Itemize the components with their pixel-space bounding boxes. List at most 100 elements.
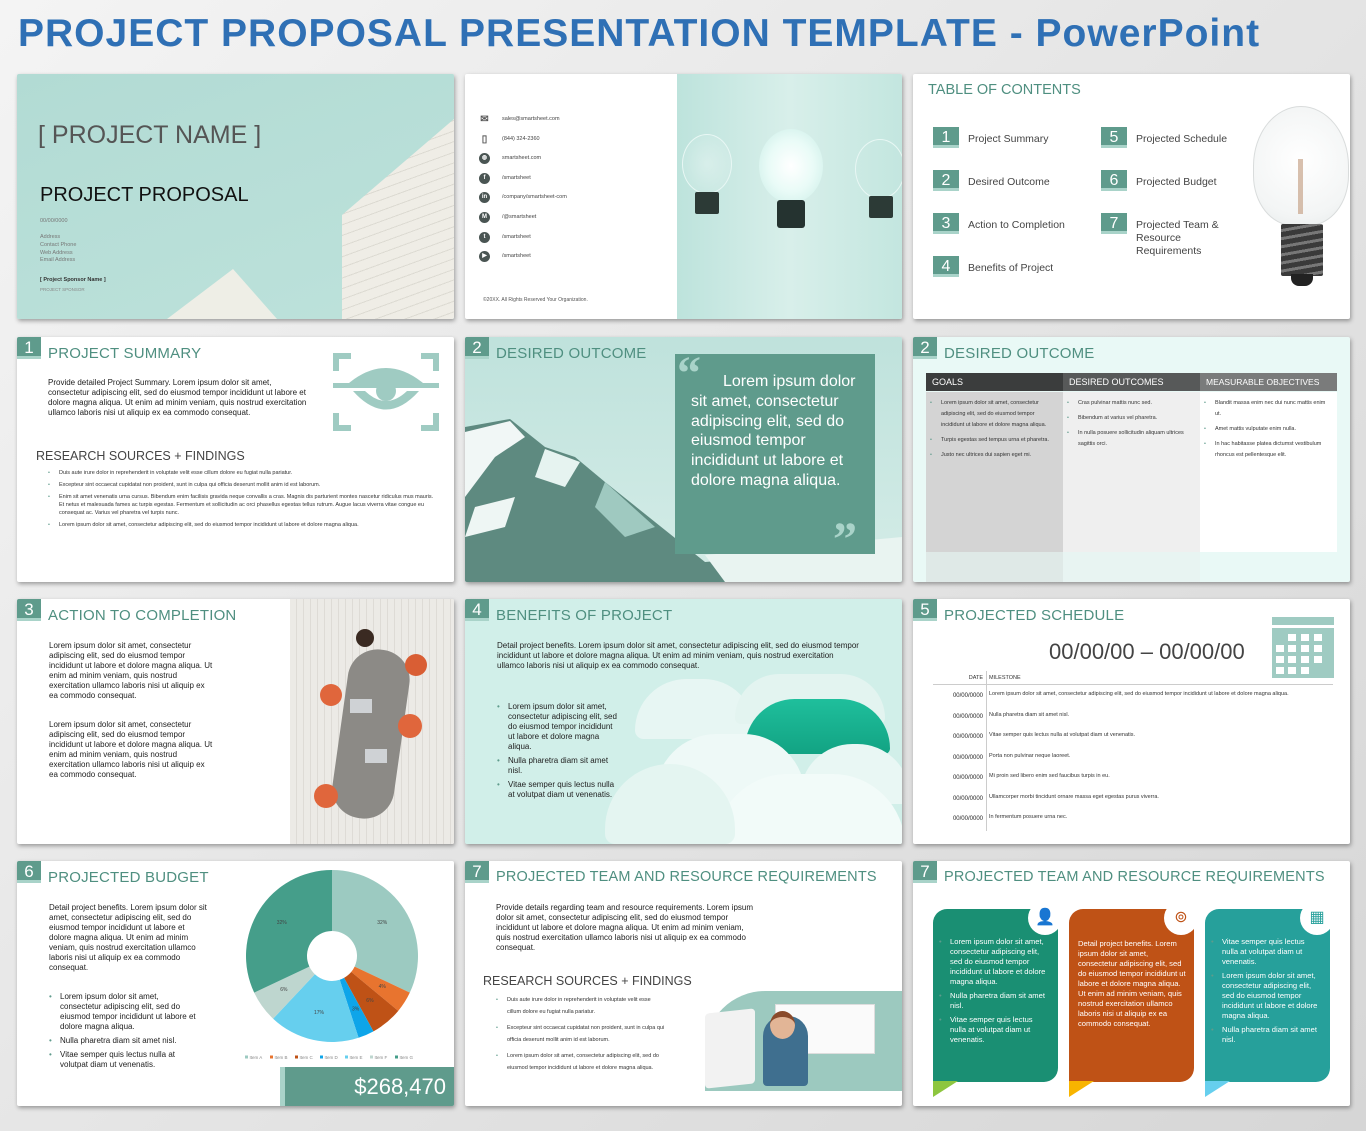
contact-item[interactable]: t/smartsheet xyxy=(479,231,669,244)
contact-text: /company/smartsheet-com xyxy=(502,194,567,201)
toc-item[interactable]: 3 Action to Completion xyxy=(933,213,1083,239)
goal-item: Justo nec ultrices dui sapien eget mi. xyxy=(930,450,1058,461)
slide-title: PROJECTED SCHEDULE xyxy=(944,607,1125,624)
column-header: MEASURABLE OBJECTIVES xyxy=(1200,373,1337,391)
slide-project-summary[interactable]: 1 PROJECT SUMMARY Provide detailed Proje… xyxy=(17,337,454,582)
contact-item[interactable]: in/company/smartsheet-com xyxy=(479,192,669,204)
section-number: 3 xyxy=(17,599,41,621)
contact-item[interactable]: f/smartsheet xyxy=(479,172,669,185)
slide-benefits-of-project[interactable]: 4 BENEFITS OF PROJECT Detail project ben… xyxy=(465,599,902,844)
web-address: Web Address xyxy=(40,249,73,256)
row-date: 00/00/0000 xyxy=(952,795,983,802)
slide-table-of-contents[interactable]: TABLE OF CONTENTS 1 Project Summary 2 Desir… xyxy=(913,74,1350,319)
legend-label: Item E xyxy=(350,1055,363,1060)
title-main: PROJECT PROPOSAL PRESENTATION TEMPLATE - xyxy=(18,12,1036,55)
slide-title: PROJECTED TEAM AND RESOURCE REQUIREMENTS xyxy=(496,869,877,885)
legend-swatch xyxy=(370,1055,373,1059)
data-label: 17% xyxy=(314,1010,325,1016)
globe-icon: ◍ xyxy=(479,153,490,165)
slide-desired-outcome-table[interactable]: 2 DESIRED OUTCOME GOALS DESIRED OUTCOMES… xyxy=(913,337,1350,582)
row-date: 00/00/0000 xyxy=(952,734,983,740)
budget-bullet: Vitae semper quis lectus nulla at volutp… xyxy=(49,1050,199,1070)
toc-label: Action to Completion xyxy=(968,219,1065,231)
project-name: [ PROJECT NAME ] xyxy=(38,121,262,149)
team-body: Provide details regarding team and resou… xyxy=(496,903,754,952)
toc-item[interactable]: 2 Desired Outcome xyxy=(933,170,1083,196)
outcome-item: In nulla posuere sollicitudin aliquam ul… xyxy=(1067,428,1195,450)
card-tail xyxy=(933,1081,958,1097)
card-tail xyxy=(1205,1081,1230,1097)
contact-item[interactable]: ▯ (844) 324-2360 xyxy=(479,134,669,146)
slide-projected-schedule[interactable]: 5 PROJECTED SCHEDULE 00/00/00 – 00/00/00… xyxy=(913,599,1350,844)
facebook-icon: f xyxy=(479,172,490,184)
legend-swatch xyxy=(320,1055,323,1059)
slide-title: PROJECTED BUDGET xyxy=(48,869,209,886)
budget-donut-chart: 32% 4% 6% 3% 17% 6% 32% Item A Item B Item C Item … xyxy=(245,870,418,1060)
twitter-icon: t xyxy=(479,231,490,243)
contact-item[interactable]: ▶ /smartsheet xyxy=(479,251,669,263)
slide-contact[interactable]: ✉ sales@smartsheet.com ▯ (844) 324-2360 ◍ sma… xyxy=(465,74,902,319)
toc-label: Desired Outcome xyxy=(968,176,1050,188)
toc-number: 3 xyxy=(933,213,959,234)
toc-label: Projected Schedule xyxy=(1136,133,1228,145)
team-card: ⊚ Detail project benefits. Lorem ipsum do… xyxy=(1069,901,1198,1097)
outcome-item: Cras pulvinar mattis nunc sed. xyxy=(1067,398,1195,409)
toc-item[interactable]: 1 Project Summary xyxy=(933,127,1083,153)
lightbulbs-image xyxy=(677,74,902,319)
sponsor-label: PROJECT SPONSOR xyxy=(40,287,85,292)
objective-item: In hac habitasse platea dictumst vestibu… xyxy=(1204,439,1332,461)
schedule-row: 00/00/0000 Nulla pharetra diam sit amet n… xyxy=(913,712,1350,730)
card-tail xyxy=(1069,1081,1094,1097)
slide-team-resources-1[interactable]: 7 PROJECTED TEAM AND RESOURCE REQUIREMEN… xyxy=(465,861,902,1106)
email-address: Email Address xyxy=(40,257,76,264)
slide-action-to-completion[interactable]: 3 ACTION TO COMPLETION Lorem ipsum dolor… xyxy=(17,599,454,844)
contact-item[interactable]: M /@smartsheet xyxy=(479,212,669,224)
data-label: 3% xyxy=(352,1007,360,1013)
phone-icon: ▯ xyxy=(481,133,488,145)
legend-label: Item D xyxy=(325,1055,339,1060)
slice-item-a xyxy=(332,870,418,993)
benefits-list: Lorem ipsum dolor sit amet, consectetur … xyxy=(497,702,617,804)
toc-label: Projected Team & Resource Requirements xyxy=(1136,219,1219,257)
toc-item[interactable]: 6 Projected Budget xyxy=(1101,170,1251,196)
research-bullet: Duis aute irure dolor in reprehenderit i… xyxy=(48,469,438,477)
outcomes-list: Cras pulvinar mattis nunc sed. Bibendum a… xyxy=(1067,398,1195,454)
cover-contact-lines: Address Contact Phone Web Address Email … xyxy=(40,234,76,265)
toc-item[interactable]: 5 Projected Schedule xyxy=(1101,127,1251,153)
slide-title: PROJECT SUMMARY xyxy=(48,345,202,362)
data-label: 6% xyxy=(280,987,288,993)
toc-item[interactable]: 7 Projected Team & Resource Requirements xyxy=(1101,213,1251,257)
legend-swatch xyxy=(395,1055,398,1059)
card-bullet: Vitae semper quis lectus nulla at volutp… xyxy=(1211,937,1321,967)
column-header: DESIRED OUTCOMES xyxy=(1063,373,1200,391)
toc-number: 4 xyxy=(933,256,959,277)
goals-list: Lorem ipsum dolor sit amet, consectetur … xyxy=(930,398,1058,465)
card-bullet: Lorem ipsum dolor sit amet, consectetur … xyxy=(1211,971,1321,1021)
close-quote-icon: ” xyxy=(833,513,857,566)
slide-desired-outcome-quote[interactable]: 2 DESIRED OUTCOME “ Lorem ipsum dolor si… xyxy=(465,337,902,582)
contact-item[interactable]: ◍ smartsheet.com xyxy=(479,153,669,165)
research-bullet: Excepteur sint occaecat cupidatat non pr… xyxy=(48,481,438,489)
action-paragraph: Lorem ipsum dolor sit amet, consectetur … xyxy=(49,720,213,779)
database-sheet-icon: ▦ xyxy=(1300,901,1334,935)
research-list: Duis aute irure dolor in reprehenderit i… xyxy=(496,994,666,1078)
legend-swatch xyxy=(345,1055,348,1059)
contact-item[interactable]: ✉ sales@smartsheet.com xyxy=(479,114,669,126)
contact-phone: Contact Phone xyxy=(40,241,77,248)
team-card: 👤Lorem ipsum dolor sit amet, consectetur… xyxy=(933,901,1062,1097)
data-label: 32% xyxy=(277,920,288,926)
section-number: 5 xyxy=(913,599,937,621)
toc-title: TABLE OF CONTENTS xyxy=(928,82,1081,98)
slide-projected-budget[interactable]: 6 PROJECTED BUDGET Detail project benefi… xyxy=(17,861,454,1106)
slide-cover[interactable]: [ PROJECT NAME ] PROJECT PROPOSAL 00/00/… xyxy=(17,74,454,319)
research-title: RESEARCH SOURCES + FINDINGS xyxy=(483,974,692,988)
research-bullet: Duis aute irure dolor in reprehenderit i… xyxy=(496,994,666,1018)
card-text: Detail project benefits. Lorem ipsum dol… xyxy=(1078,939,1186,1028)
eye-scan-icon xyxy=(333,353,439,431)
row-date: 00/00/0000 xyxy=(952,816,983,822)
data-label: 4% xyxy=(379,984,387,990)
budget-bullet: Nulla pharetra diam sit amet nisl. xyxy=(49,1036,199,1046)
slide-team-resources-2[interactable]: 7 PROJECTED TEAM AND RESOURCE REQUIREMEN… xyxy=(913,861,1350,1106)
research-bullet: Lorem ipsum dolor sit amet, consectetur … xyxy=(48,521,438,529)
toc-item[interactable]: 4 Benefits of Project xyxy=(933,256,1083,282)
